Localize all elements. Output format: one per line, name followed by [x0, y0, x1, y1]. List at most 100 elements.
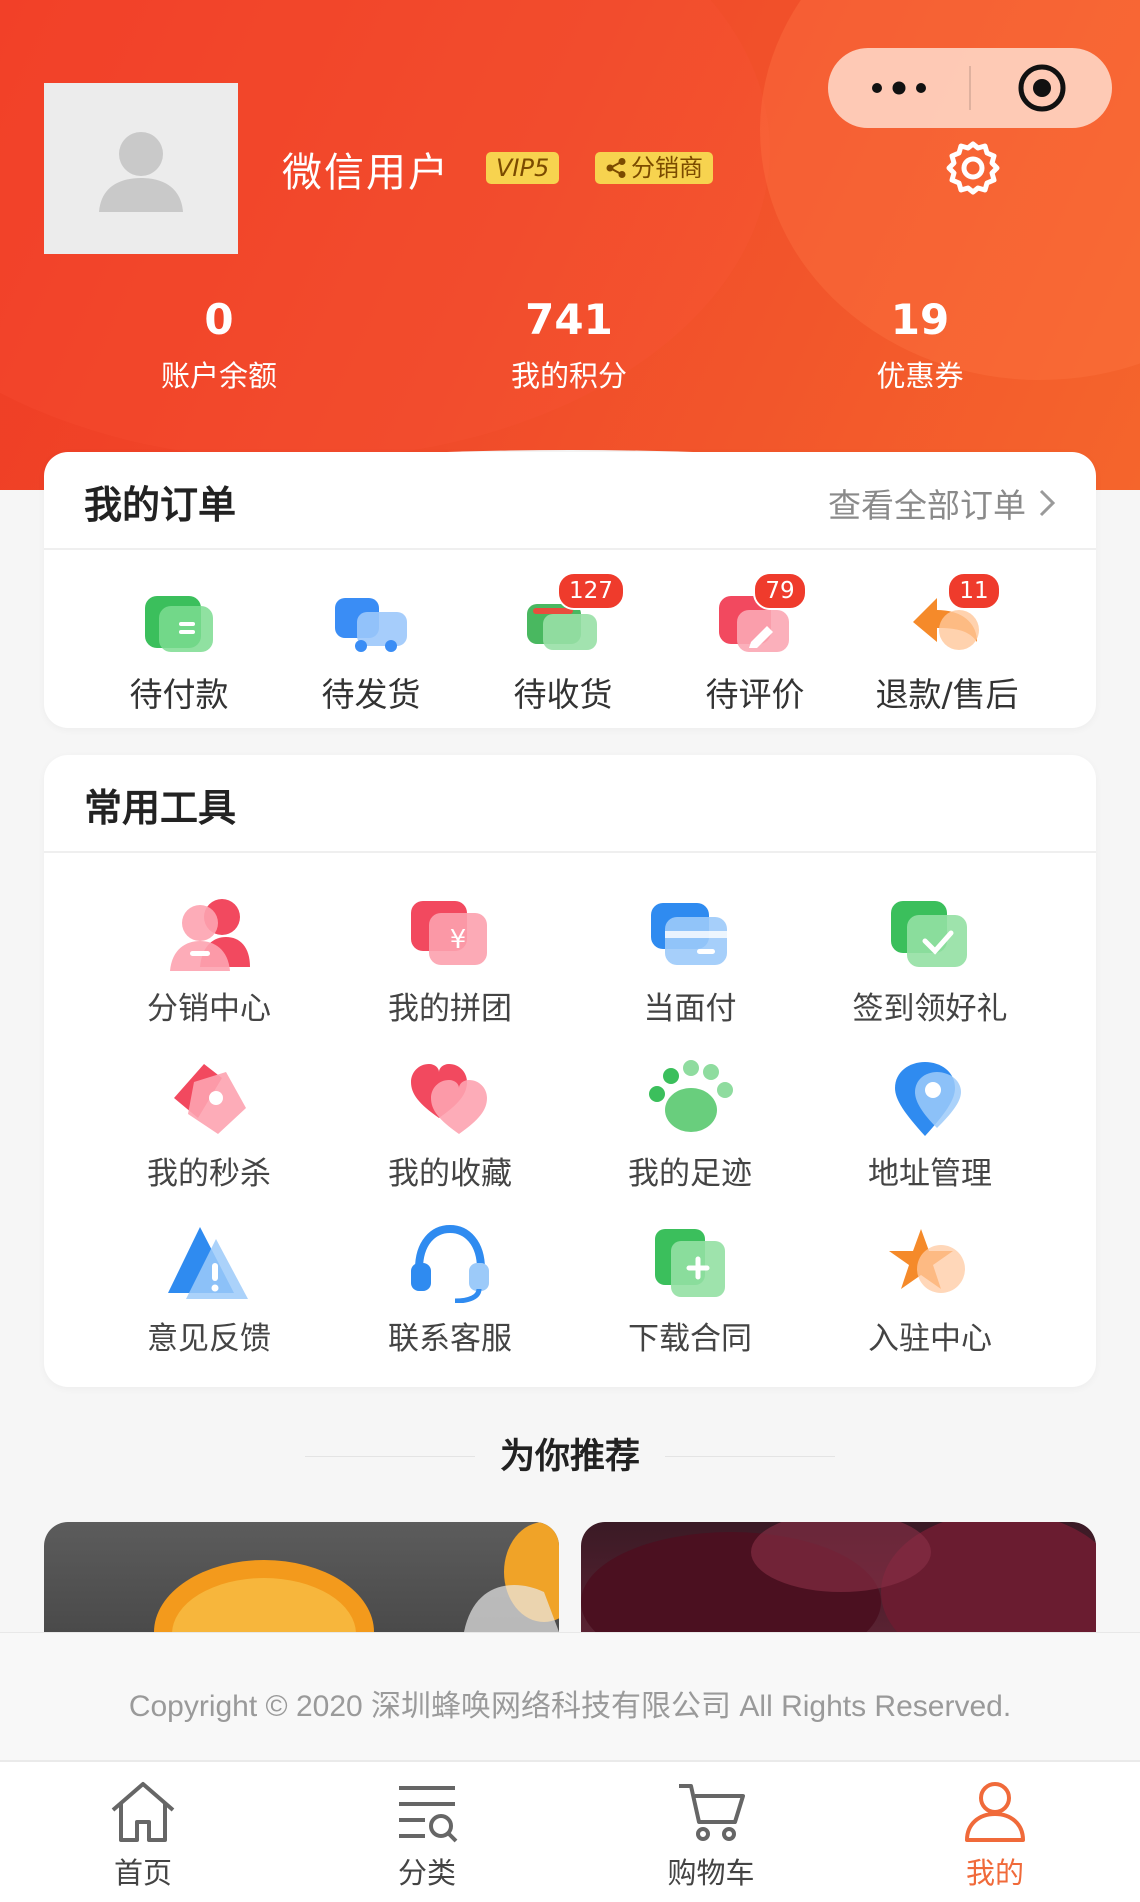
order-refund-aftersale[interactable]: 11 退款/售后 [852, 548, 1042, 716]
tool-feedback[interactable]: 意见反馈 [89, 1223, 329, 1358]
stat-label: 账户余额 [160, 359, 277, 393]
category-icon [399, 1786, 458, 1843]
order-count-badge: 79 [753, 572, 807, 610]
stat-balance[interactable]: 0 账户余额 [109, 295, 329, 395]
tool-label: 我的收藏 [388, 1156, 512, 1192]
username: 微信用户 [282, 150, 450, 196]
tool-label: 分销中心 [147, 991, 271, 1027]
tab-label: 分类 [397, 1856, 456, 1890]
tab-label: 购物车 [667, 1856, 755, 1890]
tool-merchant-entry[interactable]: 入驻中心 [810, 1223, 1050, 1358]
tab-mine[interactable]: 我的 [895, 1780, 1095, 1892]
tool-face-to-face-pay[interactable]: 当面付 [570, 893, 810, 1028]
package-icon: 127 [523, 572, 625, 658]
order-label: 待评价 [705, 675, 805, 714]
tool-group-buy[interactable]: ¥ 我的拼团 [330, 893, 570, 1028]
order-label: 待收货 [513, 675, 613, 714]
order-label: 退款/售后 [875, 675, 1019, 714]
stat-value: 0 [204, 295, 234, 344]
tool-customer-service[interactable]: 联系客服 [330, 1223, 570, 1358]
order-pending-payment[interactable]: 待付款 [84, 548, 274, 716]
order-label: 待发货 [321, 675, 421, 714]
group-buy-icon: ¥ [405, 893, 495, 973]
download-doc-icon [645, 1223, 735, 1303]
stat-label: 我的积分 [510, 359, 627, 393]
tool-favorites[interactable]: 我的收藏 [330, 1058, 570, 1193]
cart-icon [679, 1784, 745, 1841]
miniprogram-capsule [828, 48, 1112, 128]
home-icon [111, 1782, 175, 1842]
flash-sale-icon [164, 1058, 254, 1138]
review-icon: 79 [715, 572, 807, 658]
view-all-orders-link[interactable]: 查看全部订单 [828, 479, 1056, 527]
stat-label: 优惠券 [876, 359, 964, 393]
tool-label: 联系客服 [388, 1321, 512, 1357]
product-image [154, 1522, 559, 1632]
tab-label: 我的 [965, 1856, 1024, 1890]
stat-points[interactable]: 741 我的积分 [459, 295, 679, 395]
stat-value: 741 [525, 295, 613, 344]
tool-address-management[interactable]: 地址管理 [810, 1058, 1050, 1193]
tool-label: 下载合同 [628, 1321, 752, 1357]
order-label: 待付款 [129, 675, 229, 714]
footprint-icon [645, 1058, 735, 1138]
tool-distribution-center[interactable]: 分销中心 [89, 893, 329, 1028]
orders-title: 我的订单 [84, 483, 237, 527]
users-icon [164, 893, 254, 973]
tool-label: 意见反馈 [147, 1321, 271, 1357]
tab-home[interactable]: 首页 [43, 1780, 243, 1892]
stat-coupons[interactable]: 19 优惠券 [810, 295, 1030, 395]
distributor-label: 分销商 [631, 154, 703, 182]
view-all-label: 查看全部订单 [828, 486, 1026, 525]
gear-icon [946, 141, 1000, 195]
card-icon [645, 893, 735, 973]
location-icon [885, 1058, 975, 1138]
product-card[interactable] [581, 1522, 1096, 1632]
recommend-title: 为你推荐 [499, 1437, 640, 1477]
vip-badge: VIP5 [486, 152, 560, 184]
product-card[interactable] [44, 1522, 559, 1632]
tool-download-contract[interactable]: 下载合同 [570, 1223, 810, 1358]
tool-footprints[interactable]: 我的足迹 [570, 1058, 810, 1193]
order-pending-shipment[interactable]: 待发货 [276, 548, 466, 716]
user-icon [965, 1782, 1025, 1842]
more-dots-icon [871, 81, 926, 95]
default-avatar-icon [99, 131, 183, 212]
settings-button[interactable] [943, 138, 1003, 198]
avatar[interactable] [44, 83, 238, 254]
tools-title: 常用工具 [84, 786, 237, 830]
warning-icon [164, 1223, 254, 1303]
heart-icon [405, 1058, 495, 1138]
stat-value: 19 [890, 295, 950, 344]
target-close-icon [1018, 64, 1065, 112]
checkin-icon [885, 893, 975, 973]
tool-label: 入驻中心 [868, 1321, 992, 1357]
close-button[interactable] [971, 48, 1112, 128]
tools-card: 常用工具 分销中心 ¥ 我的拼团 当面付 签到领好礼 我的秒杀 我的收藏 我的足… [44, 755, 1096, 1387]
truck-icon [331, 586, 411, 658]
tool-label: 我的秒杀 [147, 1156, 271, 1192]
refund-icon: 11 [907, 572, 1001, 658]
tool-label: 我的足迹 [628, 1156, 752, 1192]
distributor-badge: 分销商 [595, 152, 713, 184]
tab-label: 首页 [113, 1856, 172, 1890]
order-pending-review[interactable]: 79 待评价 [660, 548, 850, 716]
more-button[interactable] [828, 48, 969, 128]
share-icon [606, 158, 626, 178]
wallet-icon [139, 586, 219, 658]
tool-flash-sale[interactable]: 我的秒杀 [89, 1058, 329, 1193]
tool-label: 当面付 [643, 991, 737, 1027]
tool-label: 签到领好礼 [852, 991, 1008, 1027]
headset-icon [405, 1223, 495, 1304]
tab-cart[interactable]: 购物车 [611, 1780, 811, 1892]
orders-card: 我的订单 查看全部订单 待付款 待发货 127 待收货 79 待评价 11 退款… [44, 452, 1096, 728]
tool-checkin-gift[interactable]: 签到领好礼 [810, 893, 1050, 1028]
tab-category[interactable]: 分类 [327, 1780, 527, 1892]
orders-header: 我的订单 查看全部订单 [44, 452, 1096, 550]
order-count-badge: 127 [557, 572, 625, 610]
order-pending-receipt[interactable]: 127 待收货 [468, 548, 658, 716]
order-count-badge: 11 [947, 572, 1001, 610]
copyright-footer: Copyright © 2020 深圳蜂唤网络科技有限公司 All Rights… [0, 1632, 1140, 1761]
order-status-list: 待付款 待发货 127 待收货 79 待评价 11 退款/售后 [44, 548, 1096, 728]
chevron-right-icon [1039, 489, 1056, 517]
